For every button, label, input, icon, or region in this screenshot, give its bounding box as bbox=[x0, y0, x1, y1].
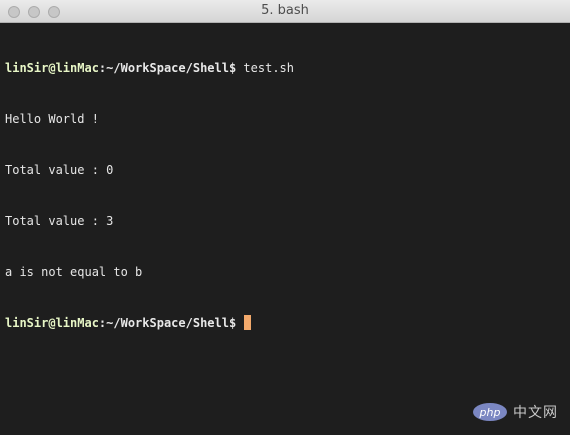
php-logo-icon: php bbox=[473, 403, 507, 421]
terminal-output[interactable]: linSir@linMac:~/WorkSpace/Shell$ test.sh… bbox=[5, 26, 565, 366]
window-title: 5. bash bbox=[261, 3, 309, 18]
terminal-line: Hello World ! bbox=[5, 112, 99, 126]
terminal-window: 5. bash linSir@linMac:~/WorkSpace/Shell$… bbox=[0, 0, 570, 435]
command-text: test.sh bbox=[236, 61, 294, 75]
prompt-user: linSir@linMac bbox=[5, 316, 99, 330]
terminal-line: linSir@linMac:~/WorkSpace/Shell$ test.sh bbox=[5, 60, 565, 77]
prompt-path: :~/WorkSpace/Shell$ bbox=[98, 61, 237, 75]
command-text bbox=[236, 316, 243, 330]
watermark-text: 中文网 bbox=[513, 405, 558, 421]
text-cursor[interactable] bbox=[244, 315, 252, 330]
terminal-line: linSir@linMac:~/WorkSpace/Shell$ bbox=[5, 315, 565, 332]
prompt-user: linSir@linMac bbox=[5, 61, 99, 75]
watermark: php 中文网 bbox=[473, 401, 558, 423]
terminal-line: Total value : 0 bbox=[5, 163, 114, 177]
title-bar[interactable]: 5. bash bbox=[0, 0, 570, 23]
terminal-line: Total value : 3 bbox=[5, 214, 114, 228]
prompt-path: :~/WorkSpace/Shell$ bbox=[98, 316, 237, 330]
terminal-line: a is not equal to b bbox=[5, 265, 143, 279]
